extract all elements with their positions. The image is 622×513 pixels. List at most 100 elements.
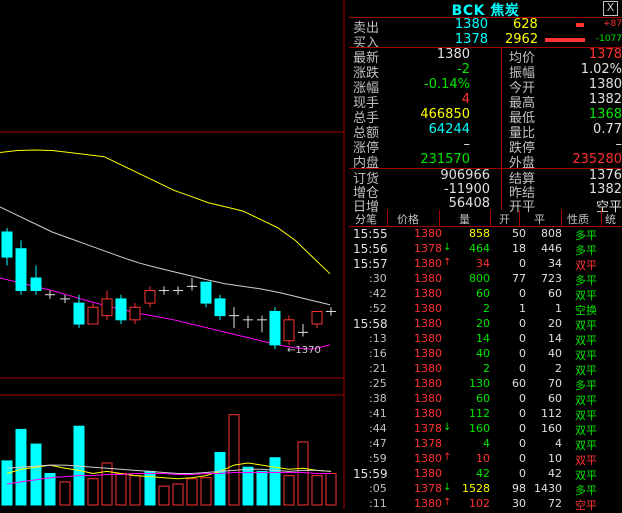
th-close[interactable]: 平 bbox=[534, 211, 545, 227]
tick-price: 1380 bbox=[414, 287, 442, 300]
candle-body bbox=[116, 299, 126, 320]
th-tick[interactable]: 分笔 bbox=[355, 211, 377, 227]
low-marker-label: ←1370 bbox=[287, 345, 321, 356]
table-row[interactable]: :38138060060双平 bbox=[349, 392, 622, 407]
table-row[interactable]: :42138060060双平 bbox=[349, 287, 622, 302]
tick-time: :42 bbox=[369, 287, 387, 300]
th-open[interactable]: 开 bbox=[499, 211, 510, 227]
tick-volume: 42 bbox=[476, 467, 490, 480]
tick-close: 808 bbox=[541, 227, 562, 240]
stat-value: 466850 bbox=[420, 107, 470, 122]
bid-change: -1077 bbox=[596, 34, 622, 44]
tick-nature: 双平 bbox=[575, 467, 597, 483]
candle-body bbox=[312, 311, 322, 324]
tick-volume: 2 bbox=[483, 302, 490, 315]
ma-yellow-line bbox=[0, 150, 330, 274]
tick-volume: 800 bbox=[469, 272, 490, 285]
tick-time: :41 bbox=[369, 407, 387, 420]
stat-value: 1376 bbox=[589, 168, 622, 183]
th-price[interactable]: 价格 bbox=[397, 211, 419, 227]
tick-time: :59 bbox=[369, 452, 387, 465]
tick-open: 18 bbox=[512, 242, 526, 255]
table-row[interactable]: :4113801120112双平 bbox=[349, 407, 622, 422]
divider bbox=[501, 47, 502, 210]
tick-nature: 双平 bbox=[575, 347, 597, 363]
table-row[interactable]: :441378↓1600160双平 bbox=[349, 422, 622, 437]
tick-close: 34 bbox=[548, 257, 562, 270]
volume-bar bbox=[201, 478, 211, 505]
tick-time: :11 bbox=[369, 497, 387, 510]
tick-volume: 1528 bbox=[462, 482, 490, 495]
tick-price: 1380 bbox=[414, 272, 442, 285]
tick-price: 1380 bbox=[414, 317, 442, 330]
table-row[interactable]: :30138080077723多平 bbox=[349, 272, 622, 287]
tick-price: 1378 bbox=[414, 482, 442, 495]
tick-price: 1378 bbox=[414, 437, 442, 450]
tick-close: 160 bbox=[541, 422, 562, 435]
candle-body bbox=[270, 311, 280, 344]
tick-open: 0 bbox=[519, 317, 526, 330]
th-nature[interactable]: 性质 bbox=[567, 211, 589, 227]
table-row[interactable]: :13138014014双平 bbox=[349, 332, 622, 347]
tick-price: 1378 bbox=[414, 242, 442, 255]
table-row[interactable]: :111380↑1023072空平 bbox=[349, 497, 622, 512]
ask-volume: 628 bbox=[513, 17, 538, 32]
table-row[interactable]: :211380202双平 bbox=[349, 362, 622, 377]
stat-value: 0.77 bbox=[593, 122, 622, 137]
tick-time: 15:55 bbox=[353, 227, 388, 241]
tick-time: :47 bbox=[369, 437, 387, 450]
volume-bar bbox=[270, 458, 280, 505]
tick-volume: 34 bbox=[476, 257, 490, 270]
candle-body bbox=[284, 320, 294, 341]
volume-bar bbox=[187, 479, 197, 505]
table-row[interactable]: :16138040040双平 bbox=[349, 347, 622, 362]
close-icon[interactable]: X bbox=[603, 1, 618, 16]
tick-open: 0 bbox=[519, 437, 526, 450]
volume-bar bbox=[284, 476, 294, 505]
table-row[interactable]: 15:55138085850808多平 bbox=[349, 227, 622, 242]
stat-row: 日增56408开平空平 bbox=[349, 196, 622, 211]
tick-open: 0 bbox=[519, 467, 526, 480]
volume-bar bbox=[130, 476, 140, 505]
table-row[interactable]: 15:58138020020双平 bbox=[349, 317, 622, 332]
tick-open: 0 bbox=[519, 452, 526, 465]
tick-price: 1380 bbox=[414, 302, 442, 315]
kline-chart-svg[interactable]: ←1370 bbox=[0, 0, 345, 509]
tick-volume: 14 bbox=[476, 332, 490, 345]
stat-row: 增仓-11900昨结1382 bbox=[349, 182, 622, 197]
tick-nature: 双平 bbox=[575, 407, 597, 423]
table-row[interactable]: :051378↓1528981430多平 bbox=[349, 482, 622, 497]
table-row[interactable]: 15:561378↓46418446多平 bbox=[349, 242, 622, 257]
tick-open: 1 bbox=[519, 302, 526, 315]
tick-nature: 双平 bbox=[575, 362, 597, 378]
table-row[interactable]: :521380211空换 bbox=[349, 302, 622, 317]
th-stat[interactable]: 统 bbox=[605, 211, 616, 227]
tick-nature: 多平 bbox=[575, 272, 597, 288]
divider bbox=[519, 210, 520, 226]
tick-open: 30 bbox=[512, 497, 526, 510]
stat-row: 总手466850最低1368 bbox=[349, 107, 622, 122]
table-row[interactable]: :2513801306070多平 bbox=[349, 377, 622, 392]
kline-chart-area[interactable]: ←1370 bbox=[0, 0, 345, 509]
tick-volume: 160 bbox=[469, 422, 490, 435]
stat-row: 内盘231570外盘235280 bbox=[349, 152, 622, 167]
th-volume[interactable]: 量 bbox=[459, 211, 470, 227]
divider bbox=[601, 210, 602, 226]
table-row[interactable]: 15:571380↑34034双平 bbox=[349, 257, 622, 272]
stat-value: -0.14% bbox=[424, 77, 470, 92]
tick-price: 1380 bbox=[414, 362, 442, 375]
table-row[interactable]: :591380↑10010双平 bbox=[349, 452, 622, 467]
stat-value: 1380 bbox=[589, 77, 622, 92]
table-row[interactable]: 15:59138042042双平 bbox=[349, 467, 622, 482]
tick-nature: 双平 bbox=[575, 332, 597, 348]
tick-open: 0 bbox=[519, 347, 526, 360]
candle-body bbox=[201, 282, 211, 303]
tick-price: 1380 bbox=[414, 407, 442, 420]
tick-close: 112 bbox=[541, 407, 562, 420]
tick-nature: 双平 bbox=[575, 287, 597, 303]
stat-value: 1382 bbox=[589, 182, 622, 197]
tick-arrow-icon: ↓ bbox=[443, 422, 451, 433]
candle-body bbox=[16, 249, 26, 291]
table-row[interactable]: :471378404双平 bbox=[349, 437, 622, 452]
stat-value: 1382 bbox=[589, 92, 622, 107]
